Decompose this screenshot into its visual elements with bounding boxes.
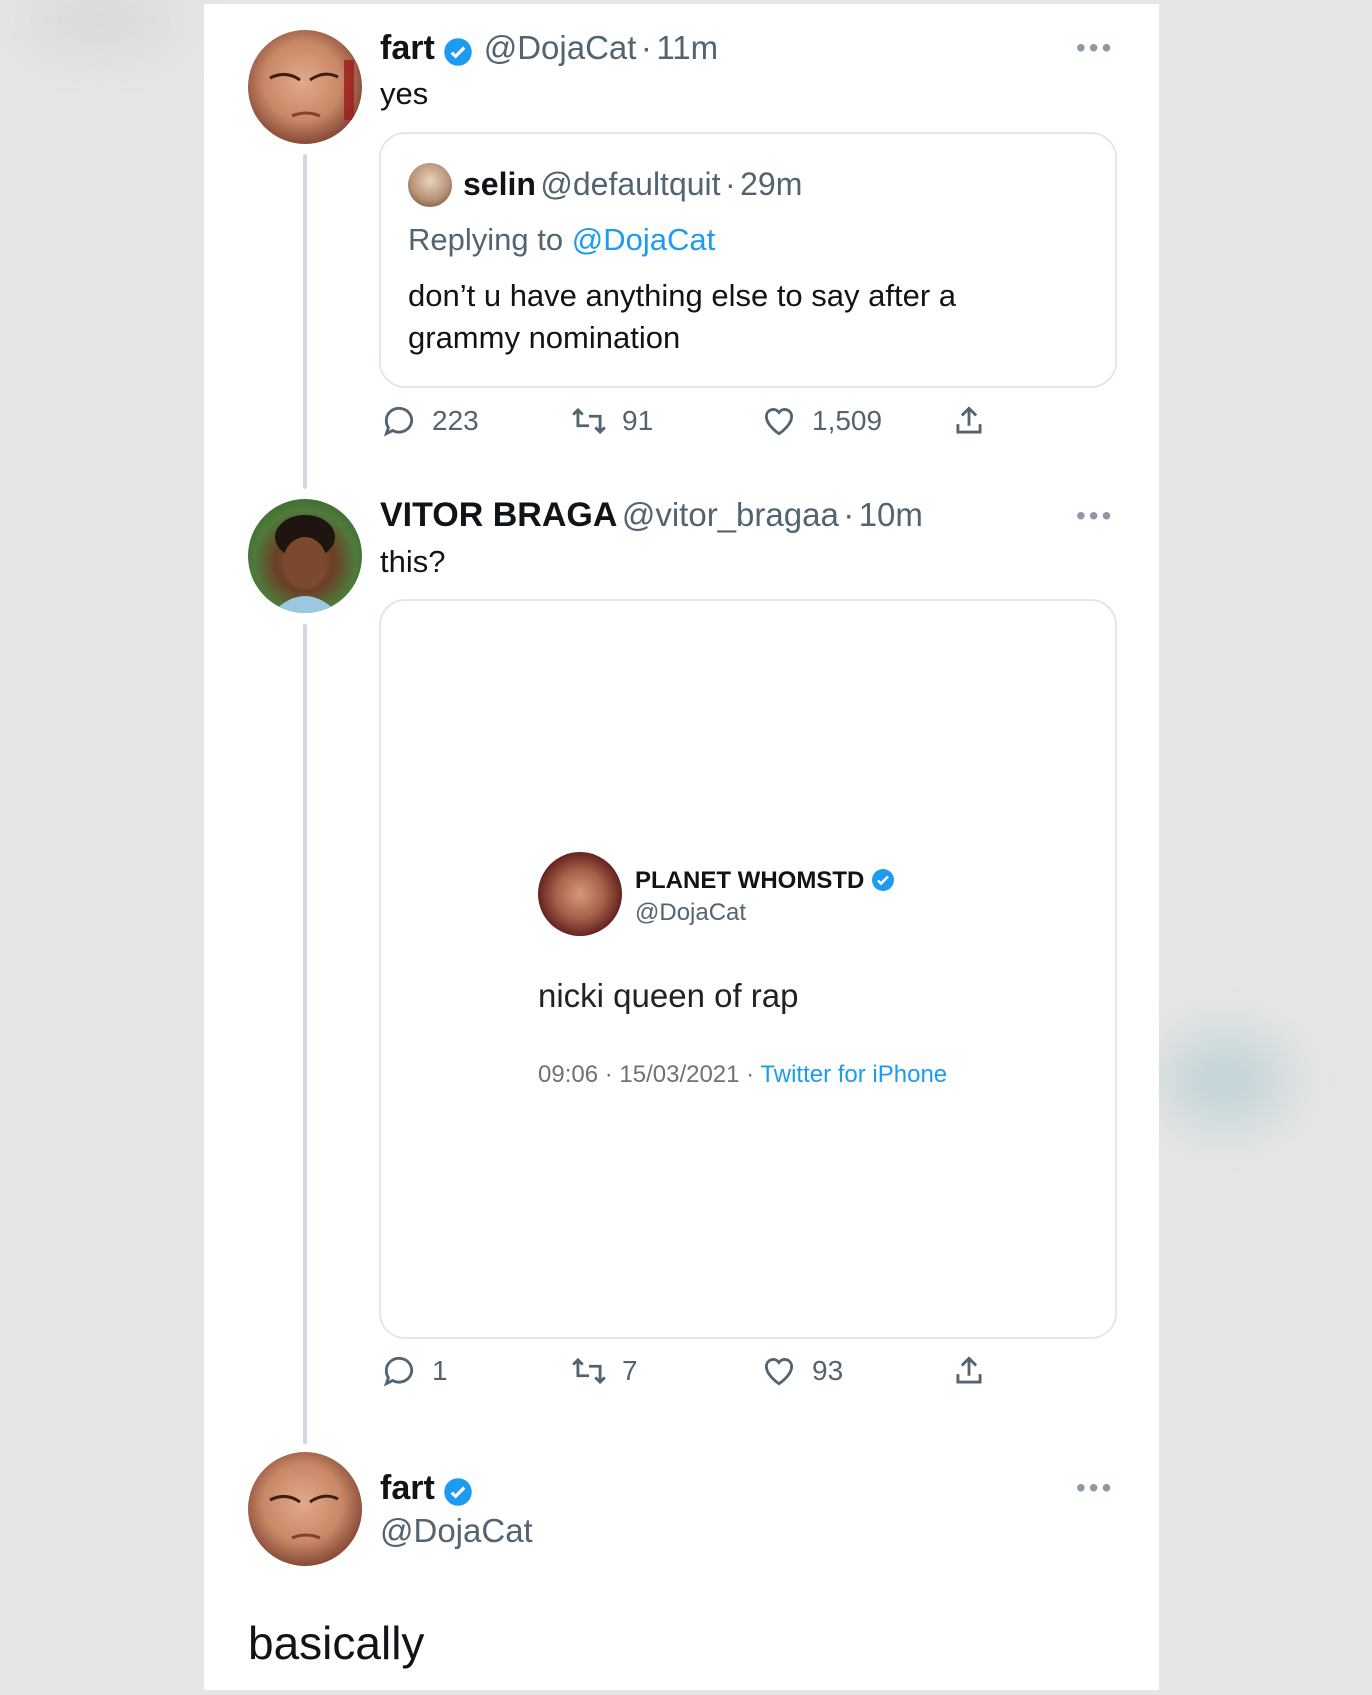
display-name: selin bbox=[463, 166, 536, 202]
avatar[interactable] bbox=[248, 499, 362, 613]
avatar[interactable] bbox=[248, 30, 362, 144]
avatar bbox=[408, 163, 452, 207]
display-name: PLANET WHOMSTD bbox=[635, 867, 865, 894]
handle[interactable]: @DojaCat bbox=[484, 29, 637, 66]
like-count: 93 bbox=[812, 1355, 844, 1386]
reply-count: 1 bbox=[432, 1355, 448, 1386]
avatar[interactable] bbox=[248, 1452, 362, 1566]
tweet-text: basically bbox=[248, 1617, 425, 1669]
handle: @DojaCat bbox=[635, 899, 747, 926]
timestamp[interactable]: 11m bbox=[656, 29, 718, 66]
embedded-datetime: 09:06 · 15/03/2021 · bbox=[538, 1061, 755, 1088]
reply-icon bbox=[383, 1356, 414, 1387]
reply-count: 223 bbox=[432, 405, 479, 436]
retweet-icon bbox=[572, 1357, 606, 1385]
like-icon bbox=[764, 1358, 794, 1386]
tweet-text: yes bbox=[380, 76, 429, 111]
retweet-count: 7 bbox=[622, 1355, 638, 1386]
separator: · bbox=[640, 29, 652, 66]
media-attachment[interactable]: PLANET WHOMSTD @DojaCat nicki queen of r… bbox=[379, 599, 1117, 1339]
verified-badge-icon bbox=[444, 1478, 472, 1506]
background-blur bbox=[20, 0, 180, 40]
more-icon[interactable]: ••• bbox=[1076, 32, 1114, 64]
like-button[interactable]: 1,509 bbox=[760, 402, 882, 440]
separator: · bbox=[724, 166, 736, 202]
quoted-tweet[interactable]: selin @defaultquit · 29m Replying to @Do… bbox=[379, 132, 1117, 388]
retweet-button[interactable]: 7 bbox=[570, 1352, 638, 1390]
share-icon bbox=[956, 1356, 982, 1384]
timestamp: 29m bbox=[740, 166, 803, 202]
tweet-thread-card: fart @DojaCat · 11m ••• yes selin @defau… bbox=[204, 4, 1159, 1690]
handle[interactable]: @vitor_bragaa bbox=[622, 496, 839, 533]
like-icon bbox=[764, 408, 794, 436]
reply-button[interactable]: 223 bbox=[380, 402, 479, 440]
replying-to-handle[interactable]: @DojaCat bbox=[572, 222, 715, 257]
background-blur-teal bbox=[1165, 1040, 1285, 1120]
share-button[interactable] bbox=[950, 402, 1002, 440]
share-button[interactable] bbox=[950, 1352, 1002, 1390]
display-name[interactable]: VITOR BRAGA bbox=[380, 496, 617, 534]
replying-to-label: Replying to bbox=[408, 222, 564, 257]
like-count: 1,509 bbox=[812, 405, 883, 436]
quoted-text-line-1: don’t u have anything else to say after … bbox=[408, 278, 957, 313]
avatar bbox=[538, 852, 622, 936]
reply-icon bbox=[383, 406, 414, 437]
tweet-text: this? bbox=[380, 544, 446, 579]
thread-line bbox=[303, 624, 307, 1444]
retweet-icon bbox=[572, 407, 606, 435]
thread-line bbox=[303, 154, 307, 489]
verified-badge-icon bbox=[444, 38, 472, 66]
more-icon[interactable]: ••• bbox=[1076, 500, 1114, 532]
handle[interactable]: @DojaCat bbox=[380, 1512, 533, 1550]
embedded-tweet-text: nicki queen of rap bbox=[538, 977, 799, 1014]
timestamp[interactable]: 10m bbox=[859, 496, 923, 533]
like-button[interactable]: 93 bbox=[760, 1352, 843, 1390]
handle: @defaultquit bbox=[540, 166, 721, 202]
retweet-button[interactable]: 91 bbox=[570, 402, 653, 440]
embedded-source: Twitter for iPhone bbox=[760, 1061, 948, 1088]
display-name[interactable]: fart bbox=[380, 29, 435, 67]
more-icon[interactable]: ••• bbox=[1076, 1472, 1114, 1504]
share-icon bbox=[956, 406, 982, 434]
display-name[interactable]: fart bbox=[380, 1469, 435, 1507]
quoted-text-line-2: grammy nomination bbox=[408, 320, 681, 355]
verified-badge-icon bbox=[871, 868, 894, 891]
separator: · bbox=[843, 496, 855, 533]
reply-button[interactable]: 1 bbox=[380, 1352, 448, 1390]
retweet-count: 91 bbox=[622, 405, 654, 436]
